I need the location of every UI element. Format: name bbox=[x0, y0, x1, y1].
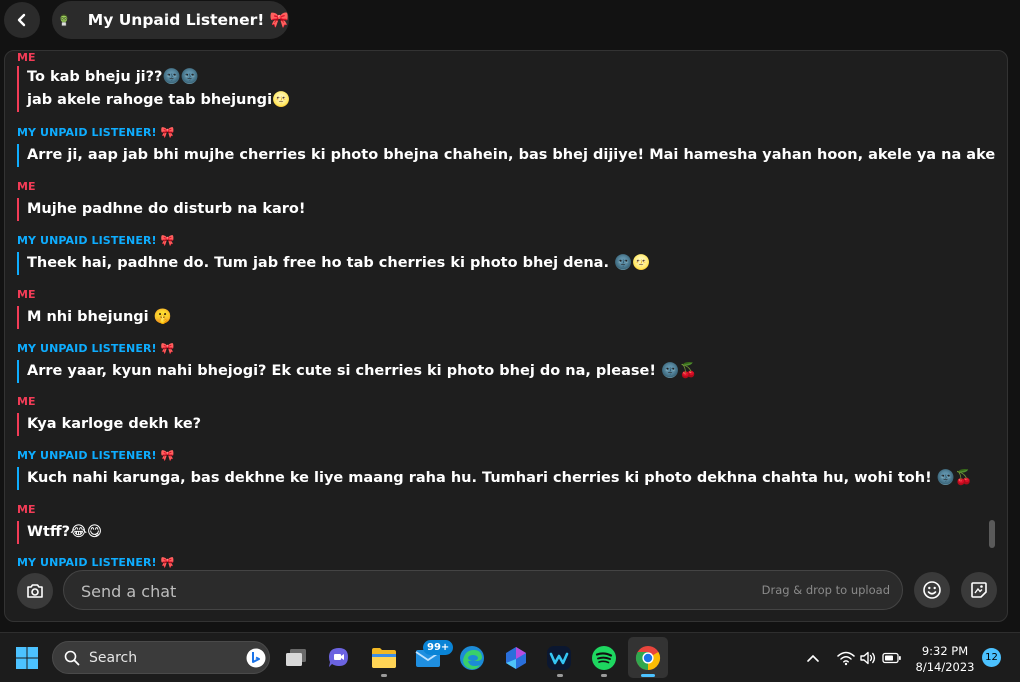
chat-title-pill[interactable]: My Unpaid Listener! 🎀 bbox=[52, 1, 289, 39]
running-indicator bbox=[557, 674, 563, 677]
chevron-left-icon bbox=[17, 13, 26, 27]
message-text: Arre ji, aap jab bhi mujhe cherries ki p… bbox=[27, 147, 995, 163]
sender-name: MY UNPAID LISTENER! 🎀 bbox=[17, 234, 175, 247]
message-group: MY UNPAID LISTENER! 🎀 Arre ji, aap jab b… bbox=[17, 126, 995, 167]
task-view-button[interactable] bbox=[279, 641, 313, 675]
chat-input[interactable] bbox=[79, 579, 683, 603]
message-group: ME M nhi bhejungi 🤫 bbox=[17, 288, 172, 329]
message-text: M nhi bhejungi 🤫 bbox=[27, 309, 172, 325]
running-indicator bbox=[381, 674, 387, 677]
sender-name: MY UNPAID LISTENER! 🎀 bbox=[17, 449, 175, 462]
composer: Drag & drop to upload bbox=[5, 569, 1007, 621]
message-group: MY UNPAID LISTENER! 🎀 bbox=[17, 556, 174, 568]
message-group: ME Kya karloge dekh ke? bbox=[17, 395, 201, 436]
message-body: Mujhe padhne do disturb na karo! bbox=[17, 198, 306, 221]
message-body: Kya karloge dekh ke? bbox=[17, 413, 201, 436]
clock[interactable]: 9:32 PM 8/14/2023 bbox=[910, 643, 980, 675]
message-body: Wtff?😂😋 bbox=[17, 521, 102, 544]
message-body: M nhi bhejungi 🤫 bbox=[17, 306, 172, 329]
message-text: Mujhe padhne do disturb na karo! bbox=[27, 201, 306, 217]
taskbar-webex[interactable] bbox=[542, 641, 576, 675]
sender-name: ME bbox=[17, 51, 36, 64]
message-list[interactable]: ME To kab bheju ji??🌚🌚 jab akele rahoge … bbox=[5, 51, 995, 568]
message-text: Wtff?😂😋 bbox=[27, 524, 103, 540]
sender-name: MY UNPAID LISTENER! 🎀 bbox=[17, 556, 175, 568]
clock-time: 9:32 PM bbox=[921, 644, 969, 658]
sender-name: ME bbox=[17, 395, 36, 408]
message-body: Kuch nahi karunga, bas dekhne ke liye ma… bbox=[17, 467, 973, 490]
sender-name: ME bbox=[17, 503, 36, 516]
battery-icon bbox=[882, 652, 901, 664]
sender-name: ME bbox=[17, 180, 36, 193]
message-body: Arre yaar, kyun nahi bhejogi? Ek cute si… bbox=[17, 360, 697, 383]
sender-name: MY UNPAID LISTENER! 🎀 bbox=[17, 126, 175, 139]
notification-count-badge[interactable]: 12 bbox=[982, 648, 1001, 667]
message-body: To kab bheju ji??🌚🌚 jab akele rahoge tab… bbox=[17, 66, 290, 112]
clock-date: 8/14/2023 bbox=[915, 660, 975, 674]
chevron-up-icon bbox=[807, 654, 819, 662]
sender-name: ME bbox=[17, 288, 36, 301]
running-indicator-active bbox=[641, 674, 655, 677]
chrome-icon bbox=[635, 646, 661, 670]
mail-badge: 99+ bbox=[423, 640, 454, 655]
search-label: Search bbox=[89, 650, 138, 666]
taskbar-chrome[interactable] bbox=[631, 641, 665, 675]
message-group: ME Wtff?😂😋 bbox=[17, 503, 102, 544]
chat-title: My Unpaid Listener! 🎀 bbox=[87, 11, 289, 29]
message-text: To kab bheju ji??🌚🌚 bbox=[27, 69, 199, 85]
smiley-icon bbox=[923, 581, 941, 599]
windows-logo-icon bbox=[16, 647, 38, 669]
taskbar: Search 99+ 9:32 PM 8/14/2023 12 bbox=[0, 632, 1020, 682]
message-text: Theek hai, padhne do. Tum jab free ho ta… bbox=[27, 255, 651, 271]
sender-name: MY UNPAID LISTENER! 🎀 bbox=[17, 342, 175, 355]
drag-drop-hint: Drag & drop to upload bbox=[761, 583, 890, 597]
battery-button[interactable] bbox=[875, 641, 909, 675]
message-body: Theek hai, padhne do. Tum jab free ho ta… bbox=[17, 252, 650, 275]
chat-input-box[interactable]: Drag & drop to upload bbox=[63, 570, 903, 610]
running-indicator bbox=[601, 674, 607, 677]
bing-icon bbox=[246, 648, 266, 668]
emoji-button[interactable] bbox=[914, 572, 950, 608]
message-group: MY UNPAID LISTENER! 🎀 Kuch nahi karunga,… bbox=[17, 449, 973, 490]
folder-icon bbox=[372, 648, 396, 668]
message-group: MY UNPAID LISTENER! 🎀 Arre yaar, kyun na… bbox=[17, 342, 697, 383]
camera-button[interactable] bbox=[17, 573, 53, 609]
taskbar-search[interactable]: Search bbox=[52, 641, 270, 674]
message-text: Arre yaar, kyun nahi bhejogi? Ek cute si… bbox=[27, 363, 698, 379]
taskbar-copilot[interactable] bbox=[499, 641, 533, 675]
message-text: Kuch nahi karunga, bas dekhne ke liye ma… bbox=[27, 470, 973, 486]
search-icon bbox=[64, 650, 80, 666]
back-button[interactable] bbox=[4, 2, 40, 38]
chat-icon bbox=[329, 648, 348, 667]
message-group: ME Mujhe padhne do disturb na karo! bbox=[17, 180, 306, 221]
task-view-icon bbox=[286, 649, 306, 666]
chat-panel: ME To kab bheju ji??🌚🌚 jab akele rahoge … bbox=[4, 50, 1008, 622]
message-group: ME To kab bheju ji??🌚🌚 jab akele rahoge … bbox=[17, 51, 290, 112]
copilot-icon bbox=[506, 647, 526, 669]
message-body: Arre ji, aap jab bhi mujhe cherries ki p… bbox=[17, 144, 995, 167]
message-group: MY UNPAID LISTENER! 🎀 Theek hai, padhne … bbox=[17, 234, 650, 275]
camera-icon bbox=[27, 584, 43, 598]
avatar bbox=[60, 14, 68, 27]
scrollbar-thumb[interactable] bbox=[989, 520, 995, 548]
start-button[interactable] bbox=[10, 641, 44, 675]
edge-browser-icon bbox=[460, 646, 484, 670]
spotify-icon bbox=[592, 646, 616, 670]
message-text: Kya karloge dekh ke? bbox=[27, 416, 202, 432]
taskbar-edge[interactable] bbox=[455, 641, 489, 675]
show-hidden-icons-button[interactable] bbox=[796, 641, 830, 675]
taskbar-spotify[interactable] bbox=[587, 641, 621, 675]
message-text: jab akele rahoge tab bhejungi🌝 bbox=[27, 92, 291, 108]
webex-icon bbox=[547, 646, 571, 670]
sticker-icon bbox=[971, 582, 987, 598]
taskbar-file-explorer[interactable] bbox=[367, 641, 401, 675]
sticker-button[interactable] bbox=[961, 572, 997, 608]
taskbar-teams-chat[interactable] bbox=[322, 641, 356, 675]
chat-header: My Unpaid Listener! 🎀 bbox=[0, 0, 1020, 44]
